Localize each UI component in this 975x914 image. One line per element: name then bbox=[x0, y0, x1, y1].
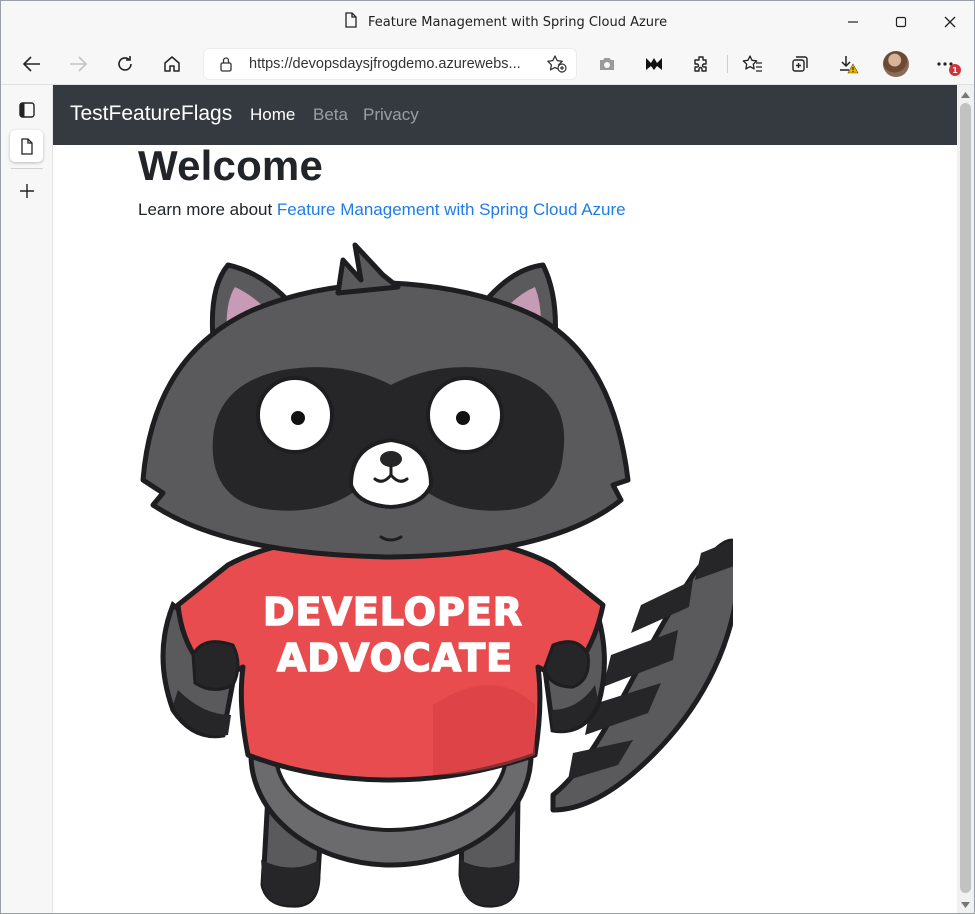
vertical-scrollbar[interactable] bbox=[957, 85, 974, 913]
close-button[interactable] bbox=[927, 7, 973, 37]
url-text[interactable]: https://devopsdaysjfrogdemo.azurewebs... bbox=[249, 56, 534, 72]
lock-icon[interactable] bbox=[217, 55, 235, 73]
page-document-icon bbox=[344, 12, 358, 32]
maximize-button[interactable] bbox=[878, 7, 924, 37]
learn-more-link[interactable]: Feature Management with Spring Cloud Azu… bbox=[277, 200, 626, 219]
window-title: Feature Management with Spring Cloud Azu… bbox=[368, 14, 668, 30]
shirt-text-line2: ADVOCATE bbox=[277, 636, 513, 680]
refresh-icon[interactable] bbox=[109, 49, 141, 79]
raccoon-head bbox=[140, 242, 631, 560]
back-icon[interactable] bbox=[16, 49, 48, 79]
scroll-thumb[interactable] bbox=[960, 103, 971, 893]
browser-window: Feature Management with Spring Cloud Azu… bbox=[0, 0, 975, 914]
forward-icon[interactable] bbox=[62, 49, 94, 79]
collections-icon[interactable] bbox=[784, 49, 816, 79]
tab-actions-icon[interactable] bbox=[10, 94, 43, 126]
page-title: Welcome bbox=[138, 142, 324, 189]
shirt-text-line1: DEVELOPER bbox=[263, 590, 523, 634]
page-viewport: TestFeatureFlags Home Beta Privacy Welco… bbox=[53, 85, 957, 913]
developer-advocate-shirt: DEVELOPER ADVOCATE bbox=[175, 530, 606, 783]
new-tab-icon[interactable] bbox=[10, 175, 43, 207]
site-navbar: TestFeatureFlags Home Beta Privacy bbox=[53, 85, 957, 145]
extension-m-icon[interactable] bbox=[638, 49, 670, 79]
minimize-button[interactable] bbox=[830, 7, 876, 37]
browser-toolbar: https://devopsdaysjfrogdemo.azurewebs... bbox=[1, 43, 974, 85]
raccoon-mascot-illustration: DEVELOPER ADVOCATE bbox=[140, 242, 733, 908]
window-title-wrap: Feature Management with Spring Cloud Azu… bbox=[344, 12, 667, 32]
address-bar[interactable]: https://devopsdaysjfrogdemo.azurewebs... bbox=[203, 48, 577, 80]
extensions-icon[interactable] bbox=[685, 49, 717, 79]
vertical-tabs-sidebar bbox=[1, 85, 53, 913]
nav-link-home[interactable]: Home bbox=[250, 105, 295, 125]
sidebar-divider bbox=[11, 168, 43, 169]
toolbar-divider bbox=[727, 55, 728, 73]
scroll-down-icon[interactable] bbox=[961, 900, 970, 909]
profile-avatar[interactable] bbox=[883, 51, 909, 77]
navbar-brand[interactable]: TestFeatureFlags bbox=[70, 102, 232, 126]
notification-badge: 1 bbox=[949, 64, 961, 76]
nav-link-privacy[interactable]: Privacy bbox=[363, 105, 419, 125]
learn-more-prefix: Learn more about bbox=[138, 200, 277, 219]
nav-link-beta[interactable]: Beta bbox=[313, 105, 348, 125]
page-tab-icon[interactable] bbox=[10, 130, 43, 162]
add-favorite-icon[interactable] bbox=[546, 54, 568, 78]
scroll-up-icon[interactable] bbox=[961, 90, 970, 99]
learn-more-text: Learn more about Feature Management with… bbox=[138, 200, 626, 220]
downloads-icon[interactable] bbox=[832, 49, 864, 79]
title-bar: Feature Management with Spring Cloud Azu… bbox=[1, 1, 974, 43]
screenshot-icon[interactable] bbox=[591, 49, 623, 79]
home-icon[interactable] bbox=[156, 49, 188, 79]
favorites-icon[interactable] bbox=[737, 49, 769, 79]
